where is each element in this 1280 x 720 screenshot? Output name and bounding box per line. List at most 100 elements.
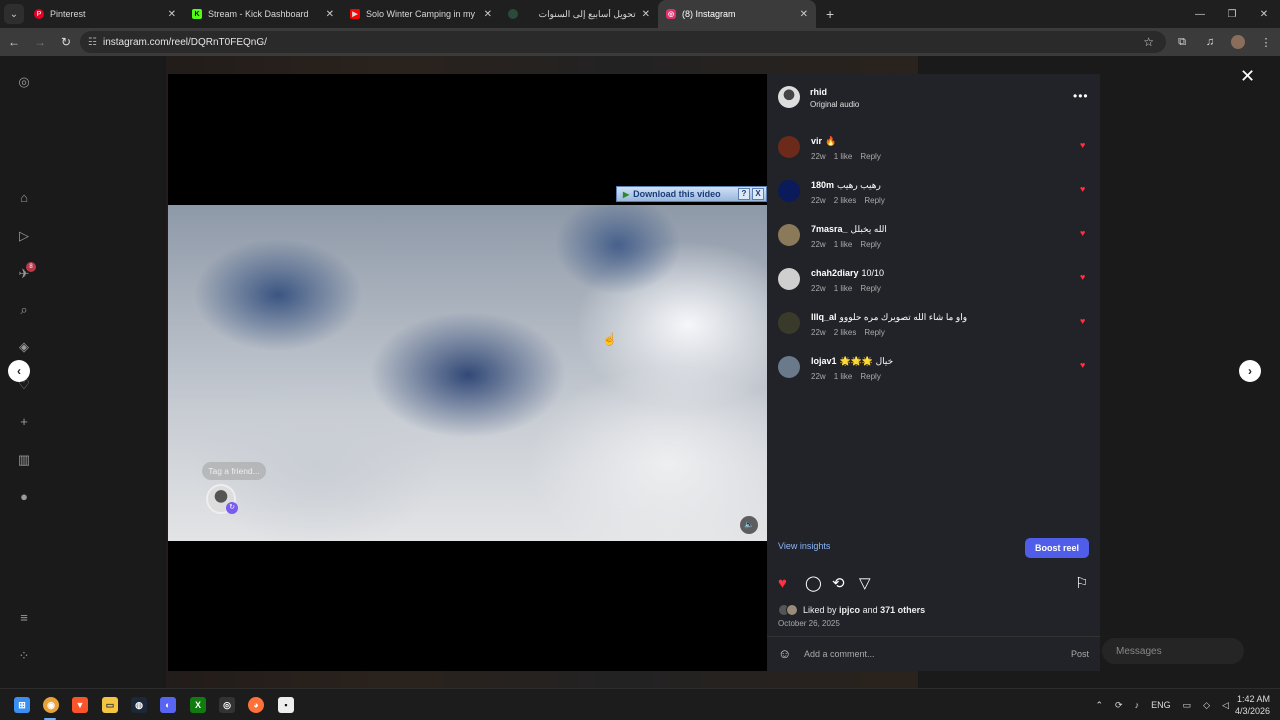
minimize-icon[interactable]: — xyxy=(1184,0,1216,28)
avatar[interactable] xyxy=(778,86,800,108)
close-tab-icon[interactable]: ✕ xyxy=(484,9,492,20)
reload-icon[interactable]: ↻ xyxy=(54,30,78,54)
file-explorer-icon[interactable]: ▭ xyxy=(102,697,118,713)
profile-icon[interactable]: ● xyxy=(16,489,32,505)
extensions-icon[interactable]: ⧉ xyxy=(1168,36,1196,49)
tab-kick[interactable]: K Stream - Kick Dashboard ✕ xyxy=(184,0,342,28)
like-heart-icon[interactable]: ♥ xyxy=(1080,316,1085,326)
more-options-icon[interactable]: ••• xyxy=(1073,89,1089,103)
avatar[interactable] xyxy=(778,136,800,158)
comment-icon[interactable]: ◯ xyxy=(805,576,822,592)
more-menu-icon[interactable]: ≡ xyxy=(16,610,32,626)
download-video-bar[interactable]: ▶ Download this video ? X xyxy=(616,186,767,202)
instagram-logo-icon[interactable]: ◎ xyxy=(16,74,32,90)
excel-icon[interactable]: X xyxy=(190,697,206,713)
create-icon[interactable]: + xyxy=(16,414,32,430)
firefox-icon[interactable]: ◕ xyxy=(248,697,264,713)
original-audio-link[interactable]: Original audio xyxy=(810,100,859,109)
next-reel-button[interactable]: › xyxy=(1239,360,1261,382)
comment-user[interactable]: lllq_al xyxy=(811,312,837,322)
comment-likes[interactable]: 1 like xyxy=(834,372,853,381)
close-icon[interactable]: ✕ xyxy=(1240,66,1255,87)
like-heart-icon[interactable]: ♥ xyxy=(1080,272,1085,282)
reply-button[interactable]: Reply xyxy=(860,152,880,161)
repost-icon[interactable]: ⟲ xyxy=(832,576,845,592)
comment-likes[interactable]: 2 likes xyxy=(834,196,857,205)
avatar[interactable] xyxy=(778,312,800,334)
profile-avatar[interactable] xyxy=(1231,35,1245,49)
reply-button[interactable]: Reply xyxy=(860,284,880,293)
post-username[interactable]: rhid xyxy=(810,87,827,97)
browser-menu-icon[interactable]: ⋮ xyxy=(1252,36,1280,49)
like-heart-icon[interactable]: ♥ xyxy=(1080,184,1085,194)
comment-input[interactable]: Add a comment... xyxy=(804,649,875,659)
discord-icon[interactable]: ◐ xyxy=(160,697,176,713)
reply-button[interactable]: Reply xyxy=(860,240,880,249)
reply-button[interactable]: Reply xyxy=(864,328,884,337)
comment-likes[interactable]: 1 like xyxy=(834,284,853,293)
tab-youtube[interactable]: ▶ Solo Winter Camping in my Su ✕ xyxy=(342,0,500,28)
reply-button[interactable]: Reply xyxy=(864,196,884,205)
restore-icon[interactable]: ❐ xyxy=(1216,0,1248,28)
avatar[interactable] xyxy=(778,224,800,246)
comment-likes[interactable]: 2 likes xyxy=(834,328,857,337)
previous-reel-button[interactable]: ‹ xyxy=(8,360,30,382)
new-tab-icon[interactable]: + xyxy=(826,6,834,22)
apps-icon[interactable]: ⁘ xyxy=(16,648,32,664)
forward-icon[interactable]: → xyxy=(28,30,52,54)
search-icon[interactable]: ⌕ xyxy=(16,302,32,318)
comment-user[interactable]: vir xyxy=(811,136,822,146)
volume-icon[interactable]: ◁ xyxy=(1222,700,1229,711)
back-icon[interactable]: ← xyxy=(2,30,26,54)
clock[interactable]: 1:42 AM 4/3/2026 xyxy=(1235,693,1270,717)
tray-overflow-icon[interactable]: ⌃ xyxy=(1095,700,1103,711)
messages-button[interactable]: Messages xyxy=(1102,638,1244,664)
mute-icon[interactable]: 🔈 xyxy=(740,516,758,534)
emoji-icon[interactable]: ☺ xyxy=(778,647,791,661)
tab-instagram[interactable]: ◎ (8) Instagram ✕ xyxy=(658,0,816,28)
sync-icon[interactable]: ⟳ xyxy=(1115,700,1123,711)
avatar[interactable] xyxy=(778,180,800,202)
windows-start-icon[interactable]: ⊞ xyxy=(14,697,30,713)
terminal-icon[interactable]: ▪ xyxy=(278,697,294,713)
save-bookmark-icon[interactable]: ⚐ xyxy=(1075,576,1088,592)
reel-video-player[interactable]: Tag a friend... ↻ 🔈 ☝ ▶ Download this vi… xyxy=(168,74,767,671)
download-help-button[interactable]: ? xyxy=(738,188,750,200)
chrome-icon[interactable]: ◉ xyxy=(43,697,59,713)
app-icon[interactable]: ◎ xyxy=(219,697,235,713)
like-heart-icon[interactable]: ♥ xyxy=(1080,140,1085,150)
download-video-label[interactable]: Download this video xyxy=(633,189,738,199)
display-icon[interactable]: ▭ xyxy=(1183,700,1192,711)
media-control-icon[interactable]: ♫ xyxy=(1196,36,1224,48)
tab-search-icon[interactable]: ⌄ xyxy=(4,4,24,24)
like-heart-icon[interactable]: ♥ xyxy=(1080,228,1085,238)
close-tab-icon[interactable]: ✕ xyxy=(800,9,808,20)
comment-user[interactable]: lojav1 xyxy=(811,356,837,366)
network-icon[interactable]: ◇ xyxy=(1203,700,1210,711)
share-icon[interactable]: ▽ xyxy=(859,576,871,592)
steam-icon[interactable]: ◍ xyxy=(131,697,147,713)
avatar[interactable] xyxy=(778,268,800,290)
tab-weeks-converter[interactable]: تحويل أسابيع إلى السنوات ✕ xyxy=(500,0,658,28)
comment-user[interactable]: chah2diary xyxy=(811,268,859,278)
comment-likes[interactable]: 1 like xyxy=(834,152,853,161)
download-close-button[interactable]: X xyxy=(752,188,764,200)
address-bar[interactable]: ☷ instagram.com/reel/DQRnT0FEQnG/ ☆ xyxy=(80,31,1166,53)
reply-button[interactable]: Reply xyxy=(860,372,880,381)
home-icon[interactable]: ⌂ xyxy=(16,190,32,206)
heart-icon[interactable]: ♥ xyxy=(778,576,787,592)
close-tab-icon[interactable]: ✕ xyxy=(168,9,176,20)
liked-user[interactable]: ipjco xyxy=(839,605,860,615)
explore-icon[interactable]: ◈ xyxy=(16,339,32,355)
insights-icon[interactable]: ▥ xyxy=(16,452,32,468)
reels-icon[interactable]: ▷ xyxy=(16,228,32,244)
comment-user[interactable]: 7masra_ xyxy=(811,224,848,234)
comment-likes[interactable]: 1 like xyxy=(834,240,853,249)
bookmark-star-icon[interactable]: ☆ xyxy=(1143,35,1154,49)
site-info-icon[interactable]: ☷ xyxy=(88,37,97,48)
brave-icon[interactable]: ▼ xyxy=(72,697,88,713)
comment-user[interactable]: 180m xyxy=(811,180,834,190)
language-indicator[interactable]: ENG xyxy=(1151,700,1171,710)
tab-pinterest[interactable]: P Pinterest ✕ xyxy=(26,0,184,28)
post-button[interactable]: Post xyxy=(1071,649,1089,659)
